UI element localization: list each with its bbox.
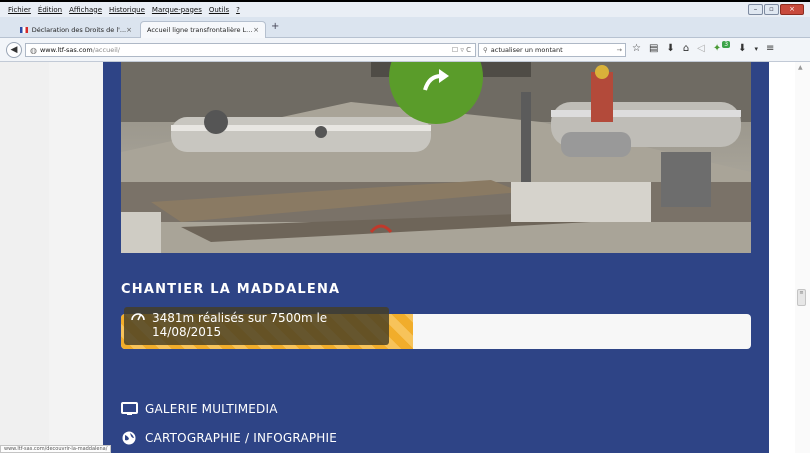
menu-affichage[interactable]: Affichage — [69, 6, 102, 14]
tab-accueil[interactable]: Accueil ligne transfrontalière L... × — [140, 21, 266, 38]
tab-declaration[interactable]: Déclaration des Droits de l'... × — [14, 21, 138, 38]
tab-title: Accueil ligne transfrontalière L... — [147, 26, 253, 34]
cartographie-label: CARTOGRAPHIE / INFOGRAPHIE — [145, 431, 338, 445]
section-title: CHANTIER LA MADDALENA — [121, 282, 341, 297]
download-icon[interactable]: ⬇ — [666, 43, 674, 54]
toolbar-icons: ☆ ▤ ⬇ ⌂ ◁ ✦ 3 ⬇ ▾ ≡ — [632, 41, 774, 54]
bookmarks-list-icon[interactable]: ▤ — [649, 43, 658, 54]
downloads-arrow-icon[interactable]: ⬇ — [738, 43, 746, 54]
send-icon[interactable]: ◁ — [697, 43, 705, 54]
home-icon[interactable]: ⌂ — [683, 43, 689, 54]
url-bar[interactable]: ◍ www.ltf-sas.com/accueil/ ☐ ▿ C — [25, 43, 476, 57]
navigation-bar: ◀ ◍ www.ltf-sas.com/accueil/ ☐ ▿ C ⚲ act… — [0, 38, 810, 62]
site-identity-icon[interactable]: ◍ — [30, 46, 37, 55]
status-bar-url: www.ltf-sas.com/decouvrir-la-maddalena/ — [0, 445, 112, 453]
addon-icon[interactable]: ✦ — [713, 43, 721, 54]
search-input[interactable]: actualiser un montant — [491, 46, 563, 54]
galerie-multimedia-label: GALERIE MULTIMEDIA — [145, 402, 278, 416]
tab-close-icon[interactable]: × — [253, 26, 259, 34]
bookmark-star-icon[interactable]: ☆ — [632, 43, 641, 54]
menu-historique[interactable]: Historique — [109, 6, 145, 14]
scroll-up-icon[interactable]: ▲ — [798, 64, 803, 71]
url-path: /accueil/ — [92, 46, 120, 54]
minimize-button[interactable]: – — [748, 4, 763, 15]
menu-edition[interactable]: Édition — [38, 6, 62, 14]
worksite-photo[interactable] — [121, 62, 751, 253]
new-tab-button[interactable]: + — [271, 21, 279, 32]
back-button[interactable]: ◀ — [6, 42, 22, 58]
menu-bar: Fichier Édition Affichage Historique Mar… — [0, 0, 810, 17]
tab-title: Déclaration des Droits de l'... — [31, 25, 127, 34]
reload-icon[interactable]: ☐ ▿ C — [452, 46, 471, 54]
scrollbar-thumb[interactable]: ≡ — [797, 289, 806, 306]
search-icon: ⚲ — [483, 46, 488, 54]
window-controls: – ▫ × — [748, 4, 804, 15]
menu-aide[interactable]: ? — [236, 6, 240, 14]
progress-label: 3481m réalisés sur 7500m le 14/08/2015 — [124, 307, 389, 345]
cartographie-link[interactable]: CARTOGRAPHIE / INFOGRAPHIE — [121, 431, 337, 445]
menu-fichier[interactable]: Fichier — [8, 6, 31, 14]
page-scrollbar[interactable]: ▲ ≡ — [795, 62, 810, 453]
globe-icon — [121, 431, 138, 445]
maximize-button[interactable]: ▫ — [764, 4, 779, 15]
close-window-button[interactable]: × — [780, 4, 804, 15]
worksite-photo-image — [121, 62, 751, 253]
dropdown-icon[interactable]: ▾ — [754, 45, 758, 53]
search-go-icon[interactable]: → — [617, 46, 622, 54]
menu-marque-pages[interactable]: Marque-pages — [152, 6, 202, 14]
url-domain: www.ltf-sas.com — [39, 46, 93, 54]
menu-outils[interactable]: Outils — [209, 6, 229, 14]
page-sidebar-strip — [49, 62, 103, 453]
tab-close-icon[interactable]: × — [126, 26, 132, 34]
addon-badge: 3 — [722, 41, 731, 48]
tab-bar: Déclaration des Droits de l'... × Accuei… — [0, 17, 810, 38]
search-bar[interactable]: ⚲ actualiser un montant → — [478, 43, 626, 57]
galerie-multimedia-link[interactable]: GALERIE MULTIMEDIA — [121, 402, 278, 416]
monitor-icon — [121, 402, 138, 416]
page-margin — [0, 62, 49, 453]
flag-icon — [20, 26, 28, 33]
speedometer-icon — [131, 310, 147, 322]
page-viewport: CHANTIER LA MADDALENA 3481m réalisés sur… — [0, 62, 810, 453]
menu-icon[interactable]: ≡ — [766, 43, 774, 54]
